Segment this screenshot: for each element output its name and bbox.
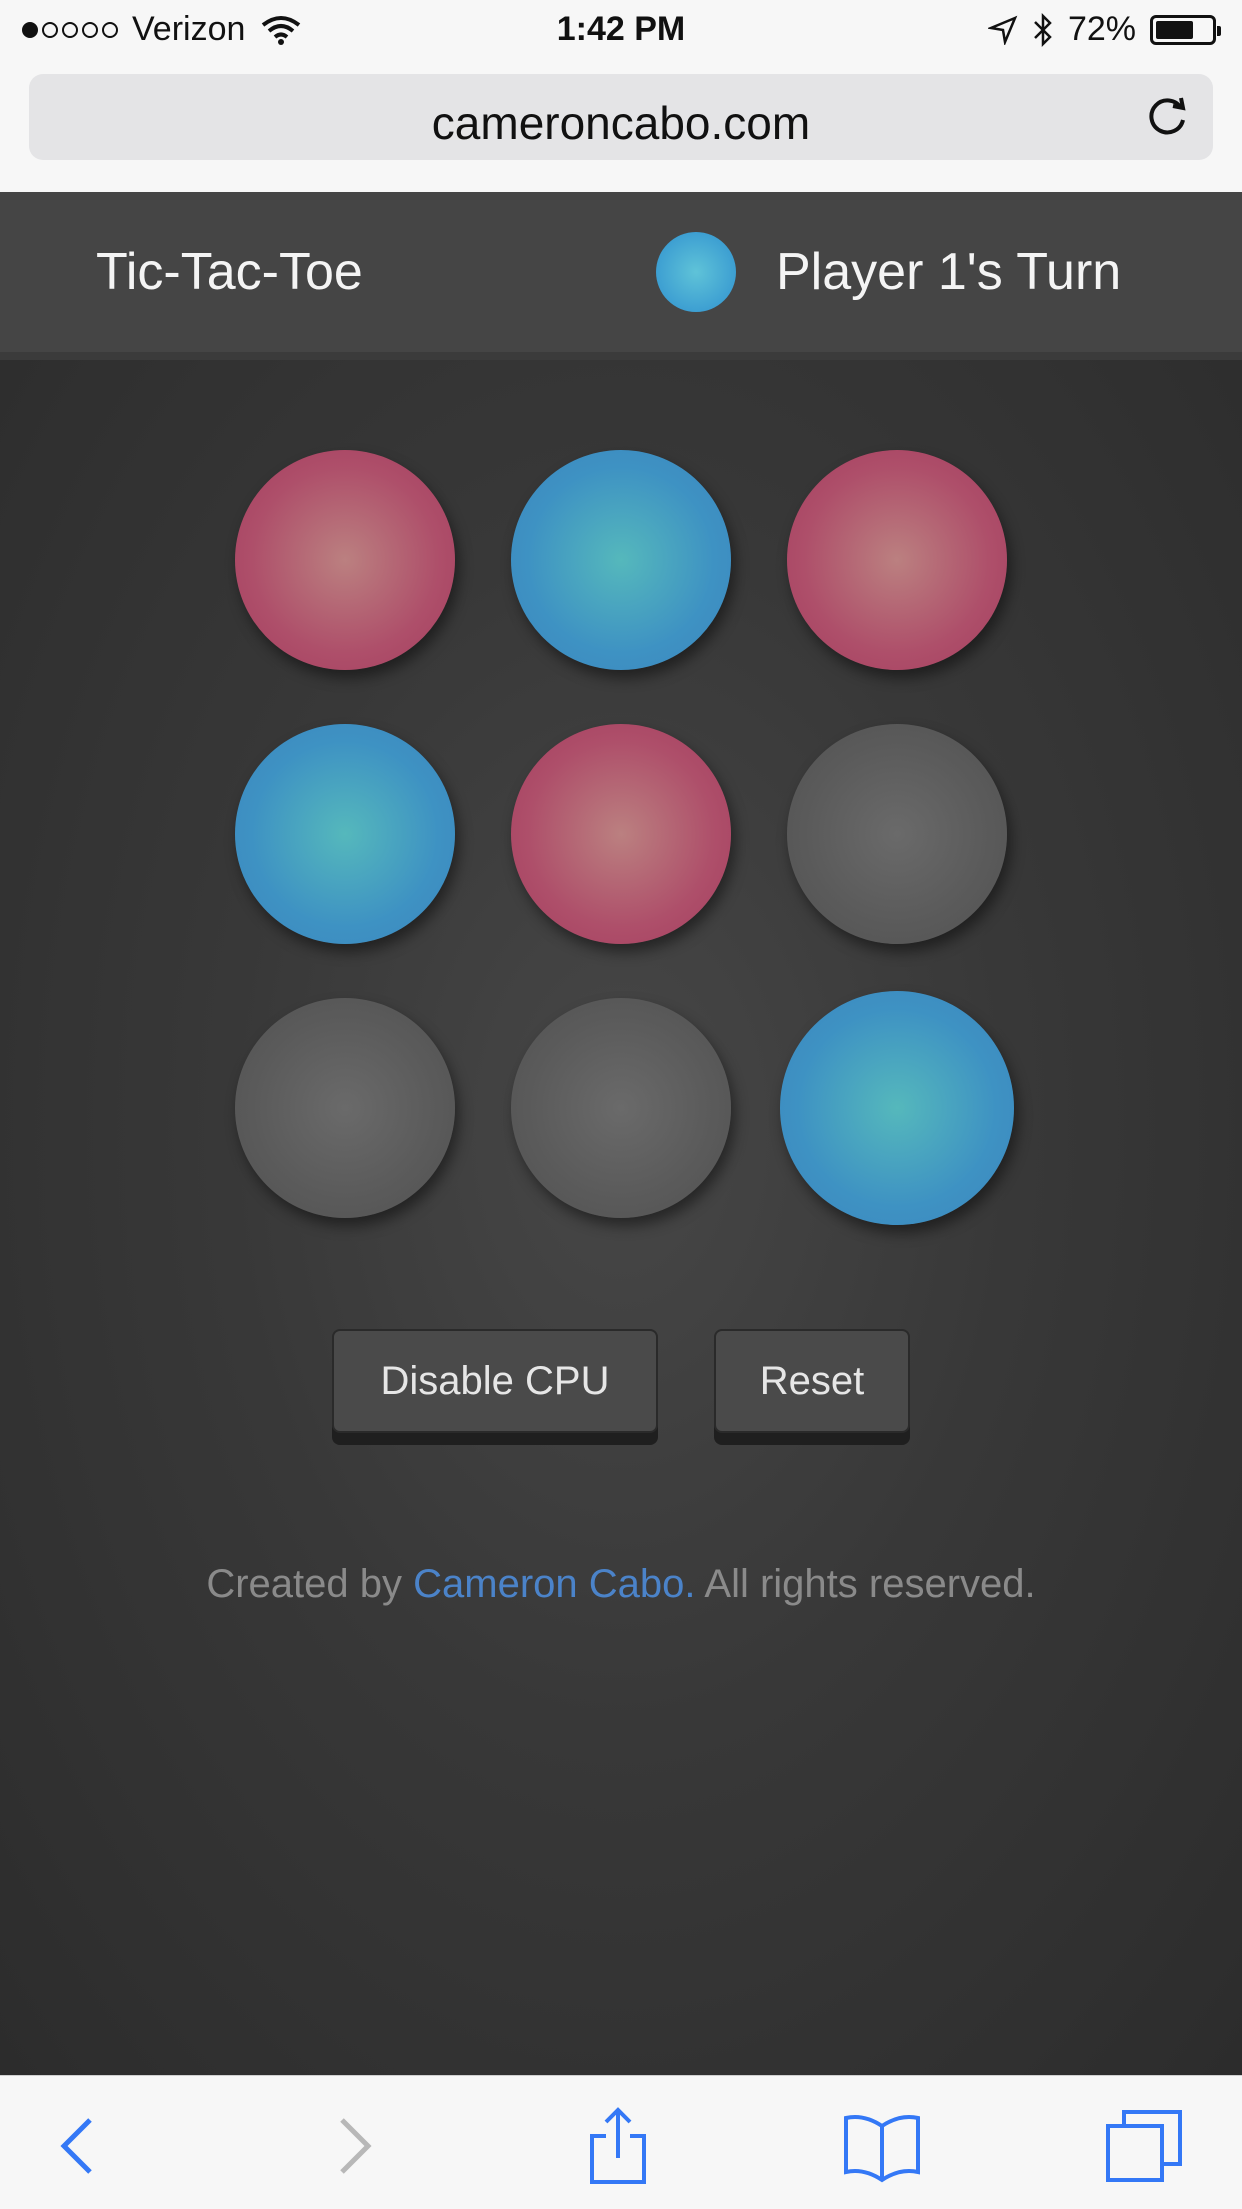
author-link[interactable]: Cameron Cabo. <box>413 1562 695 1606</box>
turn-indicator <box>656 232 736 312</box>
board-cell-9-blue[interactable] <box>780 991 1014 1225</box>
reload-icon[interactable] <box>1143 92 1193 142</box>
board-cell-5-red[interactable] <box>511 724 731 944</box>
share-icon[interactable] <box>578 2106 658 2186</box>
app-header: Tic-Tac-Toe Player 1's Turn <box>0 192 1242 360</box>
bookmarks-icon[interactable] <box>842 2106 922 2186</box>
footer-prefix: Created by <box>206 1562 414 1606</box>
reset-button[interactable]: Reset <box>714 1329 910 1433</box>
status-right: 72% <box>974 10 1221 49</box>
board-cell-8-empty[interactable] <box>511 998 731 1218</box>
game-area: Disable CPU Reset Created by Cameron Cab… <box>0 360 1242 2075</box>
board-cell-3-red[interactable] <box>787 450 1007 670</box>
board-cell-7-empty[interactable] <box>235 998 455 1218</box>
battery-icon <box>1150 14 1221 45</box>
footer-suffix: All rights reserved. <box>695 1562 1036 1606</box>
board-cell-6-empty[interactable] <box>787 724 1007 944</box>
board-cell-1-red[interactable] <box>235 450 455 670</box>
browser-chrome: cameroncabo.com <box>0 62 1242 192</box>
board-cell-2-blue[interactable] <box>511 450 731 670</box>
battery-percent: 72% <box>1067 10 1136 48</box>
tabs-icon[interactable] <box>1104 2106 1184 2186</box>
bluetooth-icon <box>1034 12 1052 47</box>
forward-icon[interactable] <box>314 2106 394 2186</box>
address-bar[interactable]: cameroncabo.com <box>29 74 1213 160</box>
board-cell-4-blue[interactable] <box>235 724 455 944</box>
browser-toolbar <box>0 2075 1242 2209</box>
back-icon[interactable] <box>38 2106 118 2186</box>
url-text[interactable]: cameroncabo.com <box>29 96 1213 150</box>
page-title: Tic-Tac-Toe <box>96 243 363 301</box>
status-bar: Verizon 1:42 PM 72% <box>0 0 1242 62</box>
battery-fill <box>1156 20 1194 39</box>
turn-label: Player 1's Turn <box>776 243 1122 301</box>
location-icon <box>987 15 1018 45</box>
footer-credits: Created by Cameron Cabo. All rights rese… <box>0 1562 1242 1607</box>
disable-cpu-button[interactable]: Disable CPU <box>332 1329 658 1433</box>
